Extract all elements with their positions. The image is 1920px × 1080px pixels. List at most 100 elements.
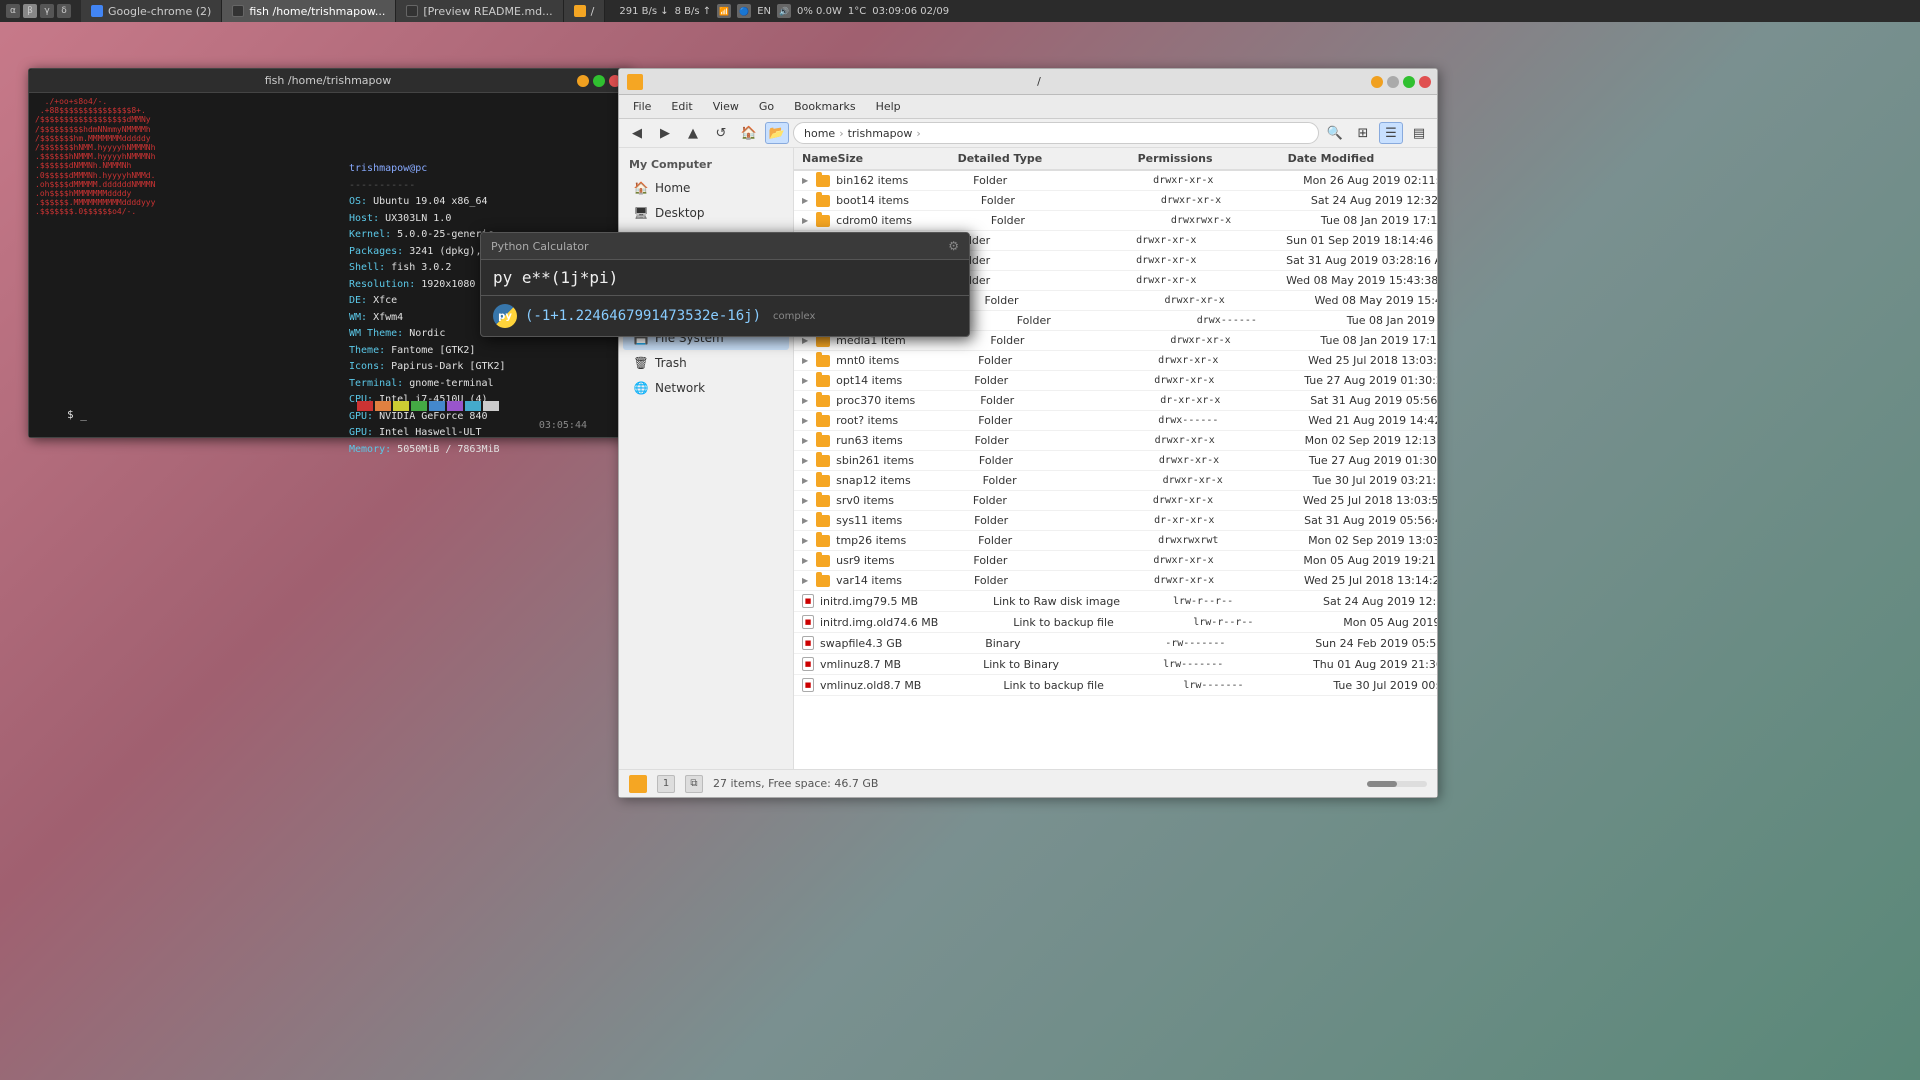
table-row[interactable]: ■vmlinuz.old8.7 MBLink to backup filelrw…: [794, 675, 1437, 696]
fm-view-list-btn[interactable]: ☰: [1379, 122, 1403, 144]
fm-menu-view[interactable]: View: [703, 97, 749, 116]
table-row[interactable]: ▶bin162 itemsFolderdrwxr-xr-xMon 26 Aug …: [794, 171, 1437, 191]
fm-home-btn[interactable]: 🏠: [737, 122, 761, 144]
taskbar-tab-preview[interactable]: [Preview README.md...: [396, 0, 563, 22]
tray-icon-2[interactable]: 🔵: [737, 4, 751, 18]
expand-arrow-icon[interactable]: ▶: [802, 216, 808, 225]
col-header-date[interactable]: Date Modified: [1288, 152, 1437, 165]
fm-location-bar[interactable]: home › trishmapow ›: [793, 122, 1319, 144]
fm-minimize-btn[interactable]: [1371, 76, 1383, 88]
tray-icon-1[interactable]: 📶: [717, 4, 731, 18]
sysinfo-label-host: Host:: [349, 213, 385, 224]
terminal-prompt[interactable]: $ _: [67, 408, 87, 421]
table-row[interactable]: ▶root? itemsFolderdrwx------Wed 21 Aug 2…: [794, 411, 1437, 431]
fm-view-compact-btn[interactable]: ▤: [1407, 122, 1431, 144]
fm-status-properties-btn[interactable]: ⧉: [685, 775, 703, 793]
expand-arrow-icon[interactable]: ▶: [802, 456, 808, 465]
expand-arrow-icon[interactable]: ▶: [802, 416, 808, 425]
fm-back-btn[interactable]: ◀: [625, 122, 649, 144]
row-type: Folder: [973, 554, 1153, 567]
table-row[interactable]: ■swapfile4.3 GBBinary-rw-------Sun 24 Fe…: [794, 633, 1437, 654]
fm-reload-btn[interactable]: ↺: [709, 122, 733, 144]
expand-arrow-icon[interactable]: ▶: [802, 356, 808, 365]
expand-arrow-icon[interactable]: ▶: [802, 196, 808, 205]
expand-arrow-icon[interactable]: ▶: [802, 476, 808, 485]
table-row[interactable]: ■initrd.img.old74.6 MBLink to backup fil…: [794, 612, 1437, 633]
col-header-type[interactable]: Detailed Type: [958, 152, 1138, 165]
table-row[interactable]: ▶boot14 itemsFolderdrwxr-xr-xSat 24 Aug …: [794, 191, 1437, 211]
table-row[interactable]: ▶run63 itemsFolderdrwxr-xr-xMon 02 Sep 2…: [794, 431, 1437, 451]
sidebar-item-trash[interactable]: 🗑 Trash: [623, 351, 789, 375]
sidebar-item-desktop[interactable]: 🖥 Desktop: [623, 201, 789, 225]
sidebar-item-home[interactable]: 🏠 Home: [623, 176, 789, 200]
fm-menu-edit[interactable]: Edit: [661, 97, 702, 116]
workspace-1[interactable]: α: [6, 4, 20, 18]
fm-location-toggle-btn[interactable]: 📂: [765, 122, 789, 144]
col-header-size[interactable]: Size: [838, 152, 958, 165]
table-row[interactable]: ▶mnt0 itemsFolderdrwxr-xr-xWed 25 Jul 20…: [794, 351, 1437, 371]
fm-menu-go[interactable]: Go: [749, 97, 784, 116]
expand-arrow-icon[interactable]: ▶: [802, 516, 808, 525]
table-row[interactable]: ■vmlinuz8.7 MBLink to Binarylrw-------Th…: [794, 654, 1437, 675]
row-type: Folder: [956, 234, 1136, 247]
folder-icon: [816, 575, 830, 587]
terminal-minimize-btn[interactable]: [577, 75, 589, 87]
table-row[interactable]: ▶proc370 itemsFolderdr-xr-xr-xSat 31 Aug…: [794, 391, 1437, 411]
expand-arrow-icon[interactable]: ▶: [802, 496, 808, 505]
fm-status-new-folder-icon[interactable]: [629, 775, 647, 793]
table-row[interactable]: ▶opt14 itemsFolderdrwxr-xr-xTue 27 Aug 2…: [794, 371, 1437, 391]
fm-unmax-btn[interactable]: [1387, 76, 1399, 88]
fm-menu-file[interactable]: File: [623, 97, 661, 116]
row-permissions: drwxr-xr-x: [1153, 175, 1303, 186]
fm-maximize-btn[interactable]: [1403, 76, 1415, 88]
fm-forward-btn[interactable]: ▶: [653, 122, 677, 144]
fm-location-user[interactable]: trishmapow: [848, 127, 913, 140]
folder-icon: [816, 475, 830, 487]
python-settings-icon[interactable]: ⚙: [948, 239, 959, 253]
taskbar-tab-files[interactable]: /: [564, 0, 606, 22]
table-row[interactable]: ▶var14 itemsFolderdrwxr-xr-xWed 25 Jul 2…: [794, 571, 1437, 591]
tray-icon-3[interactable]: 🔊: [777, 4, 791, 18]
table-row[interactable]: ▶sys11 itemsFolderdr-xr-xr-xSat 31 Aug 2…: [794, 511, 1437, 531]
table-row[interactable]: ▶sbin261 itemsFolderdrwxr-xr-xTue 27 Aug…: [794, 451, 1437, 471]
row-filename: run: [836, 434, 854, 447]
fm-search-btn[interactable]: 🔍: [1323, 122, 1347, 144]
taskbar-tab-terminal[interactable]: fish /home/trishmapow...: [222, 0, 396, 22]
expand-arrow-icon[interactable]: ▶: [802, 436, 808, 445]
table-row[interactable]: ■initrd.img79.5 MBLink to Raw disk image…: [794, 591, 1437, 612]
expand-arrow-icon[interactable]: ▶: [802, 396, 808, 405]
col-header-name[interactable]: Name: [802, 152, 838, 165]
lang-indicator[interactable]: EN: [757, 6, 771, 17]
expand-arrow-icon[interactable]: ▶: [802, 536, 808, 545]
col-header-perms[interactable]: Permissions: [1138, 152, 1288, 165]
workspace-3[interactable]: γ: [40, 4, 54, 18]
sidebar-item-network[interactable]: 🌐 Network: [623, 376, 789, 400]
python-input[interactable]: py e**(1j*pi): [481, 260, 969, 296]
row-filename: vmlinuz: [820, 658, 863, 671]
table-row[interactable]: ▶usr9 itemsFolderdrwxr-xr-xMon 05 Aug 20…: [794, 551, 1437, 571]
workspace-2[interactable]: β: [23, 4, 37, 18]
fm-view-icon-btn[interactable]: ⊞: [1351, 122, 1375, 144]
expand-arrow-icon[interactable]: ▶: [802, 376, 808, 385]
fm-status-toggle-btn[interactable]: 1: [657, 775, 675, 793]
fm-up-btn[interactable]: ▲: [681, 122, 705, 144]
fm-location-home[interactable]: home: [804, 127, 835, 140]
row-type: Folder: [974, 574, 1154, 587]
workspace-4[interactable]: δ: [57, 4, 71, 18]
row-type: Folder: [978, 414, 1158, 427]
expand-arrow-icon[interactable]: ▶: [802, 576, 808, 585]
preview-tab-label: [Preview README.md...: [423, 5, 552, 18]
expand-arrow-icon[interactable]: ▶: [802, 176, 808, 185]
expand-arrow-icon[interactable]: ▶: [802, 336, 808, 345]
table-row[interactable]: ▶cdrom0 itemsFolderdrwxrwxr-xTue 08 Jan …: [794, 211, 1437, 231]
fm-menu-help[interactable]: Help: [866, 97, 911, 116]
row-permissions: drwxr-xr-x: [1136, 275, 1286, 286]
table-row[interactable]: ▶snap12 itemsFolderdrwxr-xr-xTue 30 Jul …: [794, 471, 1437, 491]
taskbar-tab-chrome[interactable]: Google-chrome (2): [81, 0, 222, 22]
fm-menu-bookmarks[interactable]: Bookmarks: [784, 97, 865, 116]
table-row[interactable]: ▶srv0 itemsFolderdrwxr-xr-xWed 25 Jul 20…: [794, 491, 1437, 511]
expand-arrow-icon[interactable]: ▶: [802, 556, 808, 565]
table-row[interactable]: ▶tmp26 itemsFolderdrwxrwxrwtMon 02 Sep 2…: [794, 531, 1437, 551]
terminal-maximize-btn[interactable]: [593, 75, 605, 87]
fm-close-btn[interactable]: [1419, 76, 1431, 88]
